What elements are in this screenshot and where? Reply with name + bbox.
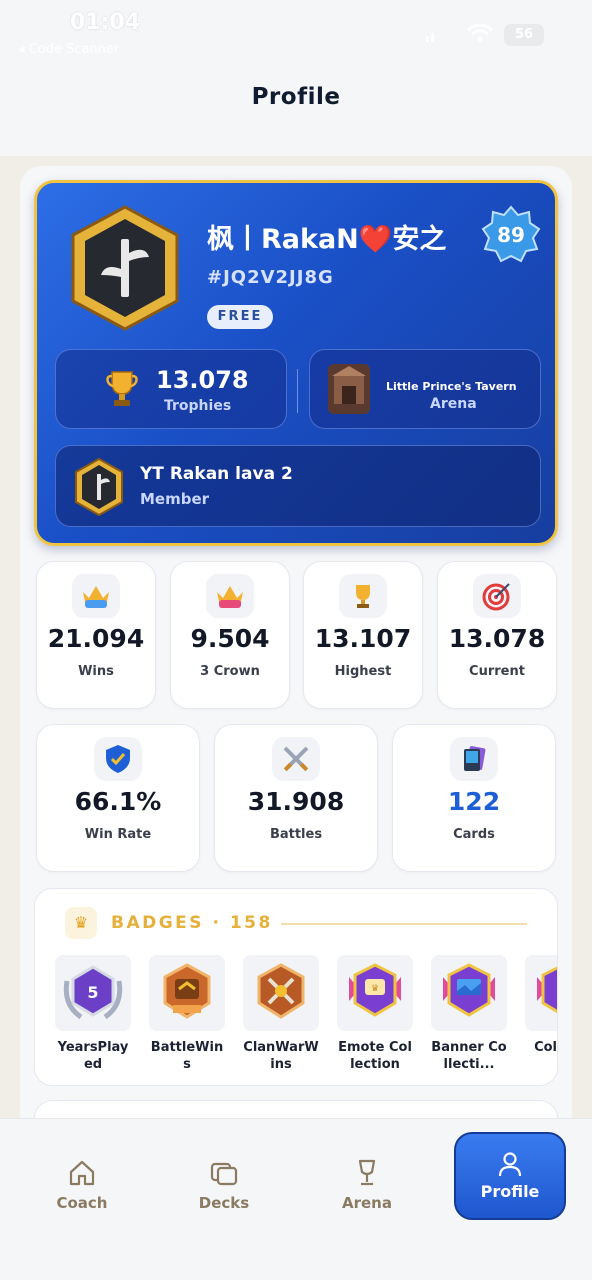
badge-label: Emote Collection	[338, 1040, 412, 1072]
battery-indicator: 56	[504, 24, 544, 46]
badge-label: ClanWarWins	[243, 1040, 319, 1072]
clan-war-wins-badge-icon	[257, 963, 305, 1019]
trophies-box: 13.078 Trophies	[55, 349, 287, 429]
shield-check-icon	[106, 745, 130, 773]
page-title: Profile	[251, 84, 341, 110]
signal-icon	[426, 33, 434, 42]
svg-text:♛: ♛	[371, 984, 379, 994]
stat-label: Wins	[78, 664, 114, 679]
years-played-badge-icon: 5	[63, 965, 123, 1020]
crossed-swords-icon	[283, 746, 309, 772]
stat-card-win-rate: 66.1% Win Rate	[36, 724, 200, 872]
clan-badge-icon	[75, 458, 123, 516]
badges-title: BADGES · 158	[111, 913, 273, 933]
decks-icon	[210, 1162, 238, 1186]
svg-text:5: 5	[87, 983, 98, 1002]
nav-coach[interactable]: Coach	[32, 1158, 132, 1212]
pink-crown-icon	[217, 586, 243, 608]
stat-label: Current	[469, 664, 525, 679]
stat-value: 66.1%	[74, 787, 162, 816]
arena-image	[328, 364, 370, 414]
arena-label: Arena	[430, 396, 477, 412]
stat-card-battles: 31.908 Battles	[214, 724, 378, 872]
badge-label: Banner Collecti...	[431, 1040, 507, 1072]
wifi-icon	[467, 23, 493, 42]
trophies-label: Trophies	[164, 398, 232, 414]
player-tag: #JQ2V2JJ8G	[207, 267, 334, 288]
nav-label: Profile	[480, 1182, 540, 1201]
home-icon	[69, 1160, 95, 1186]
badge-item[interactable]: ClanWarWins	[243, 955, 319, 1073]
badges-section: ♛ BADGES · 158 5 YearsPlayed BattleWins …	[34, 888, 558, 1086]
stat-value: 9.504	[190, 624, 270, 653]
profile-hero-card: 枫丨RakaN❤️安之 #JQ2V2JJ8G FREE 89 13.078 Tr…	[34, 180, 558, 546]
nav-label: Coach	[56, 1194, 108, 1212]
stat-value: 31.908	[247, 787, 345, 816]
nav-label: Decks	[198, 1194, 250, 1212]
back-to-app-link[interactable]: ◂ Code Scanner	[18, 42, 119, 57]
stat-value: 13.107	[314, 624, 412, 653]
stat-card-cards: 122 Cards	[392, 724, 556, 872]
player-name: 枫丨RakaN❤️安之	[207, 224, 447, 255]
clan-box[interactable]: YT Rakan lava 2 Member	[55, 445, 541, 527]
arena-goblet-icon	[358, 1159, 376, 1186]
badge-item[interactable]: 5 YearsPlayed	[55, 955, 131, 1073]
arena-box[interactable]: Little Prince's Tavern Arena	[309, 349, 541, 429]
crown-icon: ♛	[65, 907, 97, 939]
stat-label: Cards	[453, 827, 495, 842]
arena-name: Little Prince's Tavern	[386, 380, 517, 393]
nav-label: Arena	[342, 1194, 392, 1212]
badge-item[interactable]: Colle Le	[525, 955, 558, 1056]
badge-label: BattleWins	[150, 1040, 224, 1072]
cards-icon	[464, 746, 486, 771]
trophy-icon	[106, 371, 138, 406]
stat-label: Battles	[269, 827, 323, 842]
nav-decks[interactable]: Decks	[174, 1158, 274, 1212]
clan-shield-badge-icon	[71, 205, 179, 331]
emote-collection-badge-icon: ♛	[349, 963, 401, 1017]
battle-wins-badge-icon	[163, 963, 211, 1019]
stat-value: 13.078	[448, 624, 546, 653]
blue-crown-icon	[83, 586, 109, 608]
account-type-badge: FREE	[207, 305, 273, 329]
clan-name: YT Rakan lava 2	[140, 464, 293, 484]
stat-value: 21.094	[47, 624, 145, 653]
trophies-value: 13.078	[156, 366, 249, 394]
divider	[297, 369, 298, 413]
stat-label: Win Rate	[84, 827, 152, 842]
stat-card-highest: 13.107 Highest	[303, 561, 423, 709]
target-icon	[482, 583, 510, 611]
clan-role: Member	[140, 490, 210, 508]
stat-card-current: 13.078 Current	[437, 561, 557, 709]
stat-label: Highest	[334, 664, 392, 679]
stat-card-3-crown: 9.504 3 Crown	[170, 561, 290, 709]
nav-arena[interactable]: Arena	[317, 1158, 417, 1212]
status-time: 01:04	[70, 10, 141, 35]
divider	[281, 923, 527, 925]
stat-value: 122	[447, 787, 501, 816]
badge-label: Colle Le	[534, 1040, 558, 1055]
status-bar: 01:04 ◂ Code Scanner 56	[0, 0, 592, 62]
badge-item[interactable]: ♛ Emote Collection	[337, 955, 413, 1073]
stat-label: 3 Crown	[200, 664, 260, 679]
banner-collection-badge-icon	[443, 963, 495, 1017]
badge-label: YearsPlayed	[57, 1040, 129, 1072]
stat-card-wins: 21.094 Wins	[36, 561, 156, 709]
trophy-icon	[356, 585, 370, 608]
badge-item[interactable]: Banner Collecti...	[431, 955, 507, 1073]
page-header: Profile	[0, 62, 592, 156]
player-level: 89	[497, 223, 525, 247]
collection-level-badge-icon	[537, 966, 557, 1014]
badge-item[interactable]: BattleWins	[149, 955, 225, 1073]
nav-profile[interactable]: Profile	[454, 1132, 566, 1220]
person-icon	[498, 1152, 522, 1177]
